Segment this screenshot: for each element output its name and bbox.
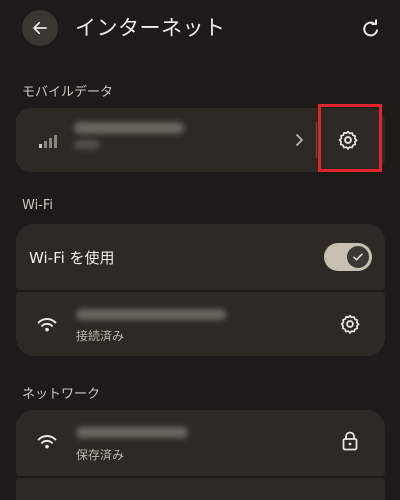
network-name-redacted (76, 309, 226, 320)
check-icon (353, 253, 363, 261)
connected-status: 接続済み (76, 329, 125, 343)
refresh-icon (363, 19, 378, 37)
saved-network-row[interactable]: 保存済み (16, 410, 385, 476)
carrier-detail-redacted (74, 140, 100, 149)
page-title: インターネット (75, 16, 226, 40)
network-name-redacted (76, 427, 188, 438)
top-app-bar: インターネット (0, 0, 400, 58)
lock-icon (342, 431, 358, 451)
network-section-label: ネットワーク (22, 387, 101, 402)
signal-bars-icon (39, 135, 57, 148)
saved-status: 保存済み (76, 448, 125, 462)
wifi-toggle[interactable] (324, 243, 372, 271)
back-button[interactable] (22, 10, 58, 46)
connected-network-row[interactable]: 接続済み (16, 292, 385, 356)
toggle-knob (347, 246, 369, 268)
highlight-box (318, 104, 382, 172)
refresh-button[interactable] (356, 14, 386, 44)
wifi-section-label: Wi-Fi (22, 198, 54, 213)
wifi-icon (37, 318, 57, 332)
carrier-name-redacted (74, 122, 184, 134)
arrow-left-icon (33, 21, 47, 35)
mobile-data-section-label: モバイルデータ (22, 85, 114, 100)
wifi-icon (37, 435, 57, 449)
network-settings-button[interactable] (334, 308, 366, 340)
next-network-row[interactable] (16, 478, 385, 500)
divider (316, 122, 317, 158)
use-wifi-label: Wi-Fi を使用 (29, 249, 115, 267)
chevron-right-icon[interactable] (295, 133, 305, 147)
gear-icon (340, 314, 360, 334)
